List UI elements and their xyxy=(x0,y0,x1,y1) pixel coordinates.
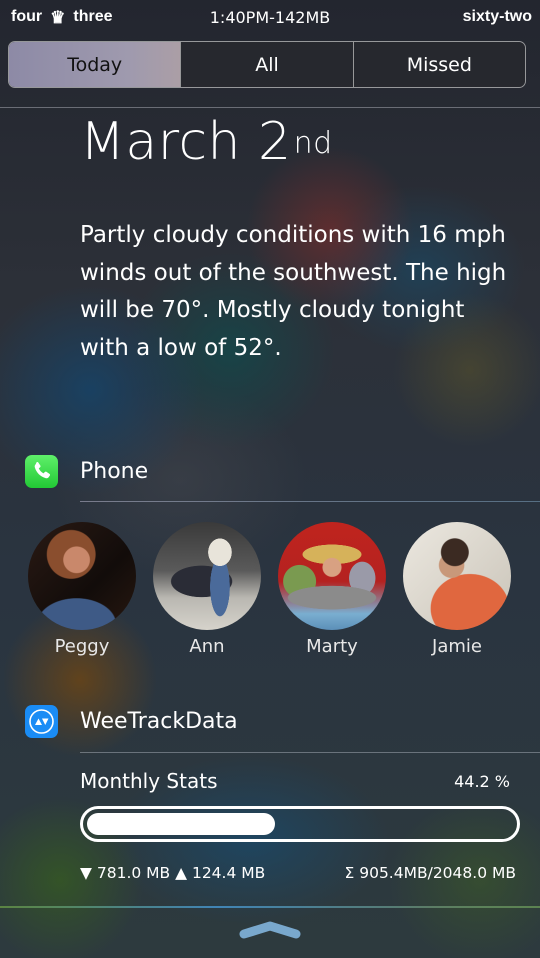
battery-text: sixty-two xyxy=(462,8,532,25)
favorite-contacts: Peggy Ann Marty Jamie xyxy=(0,522,540,662)
download-amount: 781.0 MB xyxy=(96,864,171,882)
notification-tabs: Today All Missed xyxy=(8,41,526,88)
phone-widget-title: Phone xyxy=(80,458,149,484)
chevron-up-icon[interactable] xyxy=(238,918,302,940)
contact-marty[interactable]: Marty xyxy=(272,522,392,657)
download-arrow-icon: ▼ xyxy=(80,864,97,882)
tab-today[interactable]: Today xyxy=(9,42,181,87)
contact-name: Peggy xyxy=(54,636,110,657)
date-main: March 2 xyxy=(80,112,292,172)
contact-name: Jamie xyxy=(432,636,482,657)
today-date: March 2nd xyxy=(80,110,333,174)
avatar xyxy=(28,522,136,630)
date-suffix: nd xyxy=(293,126,333,161)
avatar xyxy=(403,522,511,630)
monthly-stats-label: Monthly Stats xyxy=(80,769,218,793)
contact-jamie[interactable]: Jamie xyxy=(397,522,517,657)
up-down-arrows-icon xyxy=(25,704,58,738)
status-time-memory: 1:40PM-142MB xyxy=(209,8,331,27)
phone-widget-header[interactable]: Phone xyxy=(25,451,540,491)
upload-arrow-icon: ▲ xyxy=(170,864,192,882)
progress-fill xyxy=(87,813,275,835)
data-usage-progress-bar xyxy=(80,806,520,842)
divider xyxy=(80,752,540,753)
phone-icon xyxy=(25,454,58,488)
transfer-stats: ▼ 781.0 MB ▲ 124.4 MB xyxy=(80,864,265,882)
avatar xyxy=(153,522,261,630)
contact-name: Ann xyxy=(189,636,225,657)
weather-forecast: Partly cloudy conditions with 16 mph win… xyxy=(80,222,507,361)
usage-percent: 44.2 % xyxy=(454,772,510,791)
upload-amount: 124.4 MB xyxy=(191,864,266,882)
status-bar: four ♛ three 1:40PM-142MB sixty-two xyxy=(0,0,540,36)
data-usage-details: ▼ 781.0 MB ▲ 124.4 MB Σ 905.4MB/2048.0 M… xyxy=(80,864,516,882)
contact-ann[interactable]: Ann xyxy=(147,522,267,657)
contact-peggy[interactable]: Peggy xyxy=(22,522,142,657)
avatar xyxy=(278,522,386,630)
total-usage: Σ 905.4MB/2048.0 MB xyxy=(344,864,517,882)
tab-all[interactable]: All xyxy=(180,42,353,87)
divider xyxy=(80,501,540,502)
tab-missed[interactable]: Missed xyxy=(352,42,525,87)
contact-name: Marty xyxy=(306,636,358,657)
weetrack-widget-header[interactable]: WeeTrackData xyxy=(25,701,540,741)
weetrack-widget-title: WeeTrackData xyxy=(80,708,238,734)
divider xyxy=(0,107,540,108)
divider xyxy=(0,906,540,908)
